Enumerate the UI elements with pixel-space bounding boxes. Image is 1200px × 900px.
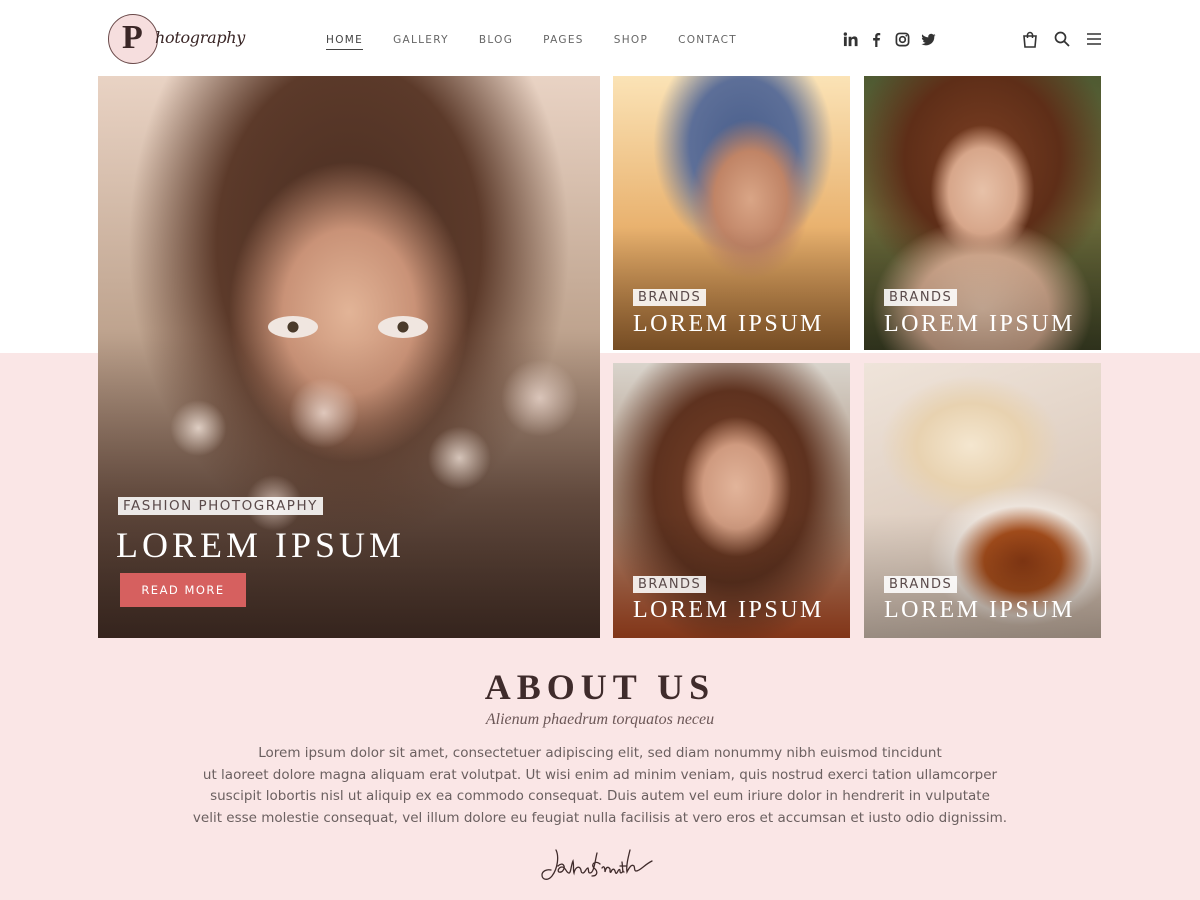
featured-title[interactable]: LOREM IPSUM <box>116 524 405 566</box>
post-tile-curly-hair[interactable]: BRANDS LOREM IPSUM <box>613 363 850 638</box>
nav-item-pages[interactable]: PAGES <box>543 34 584 50</box>
eye-left <box>268 316 318 338</box>
signature-image <box>541 849 653 880</box>
search-icon[interactable] <box>1053 30 1071 48</box>
menu-icon[interactable] <box>1085 30 1103 48</box>
social-links <box>842 31 936 47</box>
about-subtitle: Alienum phaedrum torquatos neceu <box>485 711 715 728</box>
read-more-button[interactable]: READ MORE <box>120 573 246 607</box>
post-title[interactable]: LOREM IPSUM <box>884 597 1075 624</box>
nav-item-contact[interactable]: CONTACT <box>678 34 737 50</box>
nav-item-gallery[interactable]: GALLERY <box>393 34 449 50</box>
post-tile-grass-portrait[interactable]: BRANDS LOREM IPSUM <box>864 76 1101 350</box>
facebook-icon[interactable] <box>868 31 884 47</box>
twitter-icon[interactable] <box>920 31 936 47</box>
post-category-tag[interactable]: BRANDS <box>633 289 707 306</box>
header-tools <box>1021 30 1103 48</box>
post-title[interactable]: LOREM IPSUM <box>884 311 1075 338</box>
logo-letter: P <box>122 19 143 56</box>
nav-item-home[interactable]: HOME <box>326 34 364 50</box>
post-tile-tea-macarons[interactable]: BRANDS LOREM IPSUM <box>864 363 1101 638</box>
about-line: Lorem ipsum dolor sit amet, consectetuer… <box>258 745 942 761</box>
featured-category-tag[interactable]: FASHION PHOTOGRAPHY <box>118 497 323 515</box>
post-title[interactable]: LOREM IPSUM <box>633 597 824 624</box>
about-line: suscipit lobortis nisl ut aliquip ex ea … <box>210 788 990 804</box>
post-title[interactable]: LOREM IPSUM <box>633 311 824 338</box>
post-category-tag[interactable]: BRANDS <box>884 289 958 306</box>
nav-item-shop[interactable]: SHOP <box>614 34 648 50</box>
about-line: velit esse molestie consequat, vel illum… <box>192 809 1008 826</box>
site-logo[interactable]: P hotography <box>108 14 245 64</box>
featured-post-tile[interactable]: FASHION PHOTOGRAPHY LOREM IPSUM READ MOR… <box>98 76 600 638</box>
post-category-tag[interactable]: BRANDS <box>884 576 958 593</box>
shopping-bag-icon[interactable] <box>1021 30 1039 48</box>
nav-item-blog[interactable]: BLOG <box>479 34 513 50</box>
about-line: ut laoreet dolore magna aliquam erat vol… <box>202 766 998 783</box>
post-tile-sunglasses[interactable]: BRANDS LOREM IPSUM <box>613 76 850 350</box>
about-paragraph: Lorem ipsum dolor sit amet, consectetuer… <box>0 743 1200 829</box>
instagram-icon[interactable] <box>894 31 910 47</box>
main-nav: HOME GALLERY BLOG PAGES SHOP CONTACT <box>326 34 767 50</box>
linkedin-icon[interactable] <box>842 31 858 47</box>
post-category-tag[interactable]: BRANDS <box>633 576 707 593</box>
logo-word: hotography <box>155 28 246 47</box>
eye-right <box>378 316 428 338</box>
about-heading: ABOUT US <box>484 667 716 707</box>
